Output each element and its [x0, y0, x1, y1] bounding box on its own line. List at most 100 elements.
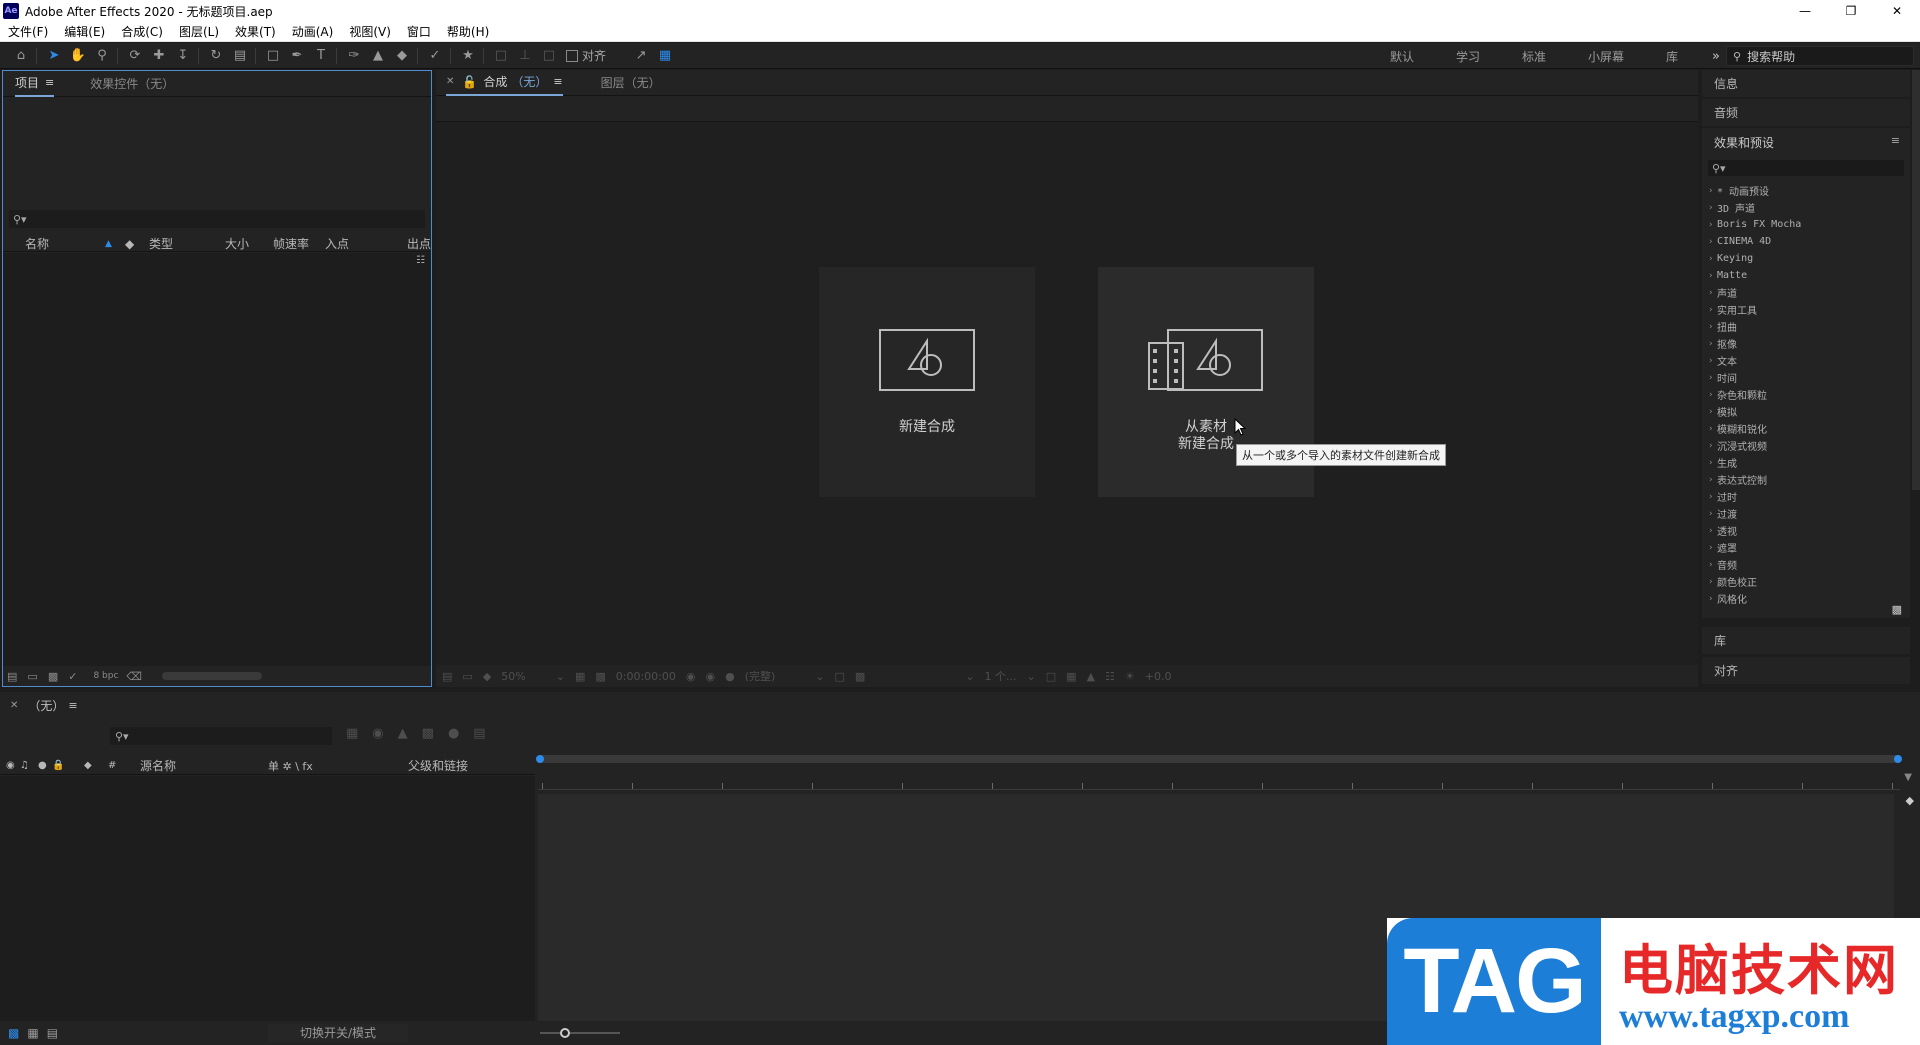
region-of-interest-icon[interactable]: □ — [835, 670, 845, 683]
menu-edit[interactable]: 编辑(E) — [60, 23, 109, 40]
rectangle-tool-icon[interactable]: □ — [262, 45, 284, 67]
work-area-end-handle[interactable] — [1894, 755, 1902, 763]
effect-category[interactable]: › 表达式控制 — [1708, 471, 1904, 488]
lock-icon[interactable]: 🔓 — [462, 75, 477, 89]
menu-layer[interactable]: 图层(L) — [175, 23, 223, 40]
project-horizontal-scrollbar[interactable] — [161, 672, 262, 680]
layer-switches-icon[interactable]: ▩ — [8, 1026, 19, 1040]
toggle-transparency-icon[interactable]: ▩ — [855, 670, 865, 683]
menu-composition[interactable]: 合成(C) — [117, 23, 167, 40]
workspace-standard[interactable]: 标准 — [1522, 48, 1546, 65]
sort-ascending-icon[interactable]: ▲ — [105, 239, 112, 249]
stretch-controls-icon[interactable]: ▤ — [47, 1026, 58, 1040]
effect-category[interactable]: › 3D 声道 — [1708, 199, 1904, 216]
snap-features-icon[interactable]: ▦ — [654, 45, 676, 67]
timeline-layers-list[interactable] — [0, 776, 535, 1021]
column-switches[interactable]: 单 ✲ \ fx — [268, 758, 313, 774]
pan-behind-tool-icon[interactable]: ▤ — [229, 45, 251, 67]
view-axis-icon[interactable]: □ — [538, 45, 560, 67]
effect-category[interactable]: › 文本 — [1708, 352, 1904, 369]
effects-search-input[interactable]: ⚲▾ — [1708, 160, 1904, 176]
composition-viewer[interactable]: 新建合成 从素材 新建合成 从一个或多个导入的素材文件创建新合成 — [436, 122, 1698, 665]
graph-editor-icon[interactable]: ▤ — [473, 726, 485, 741]
column-source-name[interactable]: 源名称 — [140, 757, 176, 774]
title-safe-icon[interactable]: ▦ — [575, 670, 585, 683]
puppet-tool-icon[interactable]: ★ — [457, 45, 479, 67]
chevron-down-icon[interactable]: ⌄ — [815, 670, 824, 683]
new-folder-icon[interactable]: ▭ — [27, 670, 37, 683]
type-tool-icon[interactable]: T — [310, 45, 332, 67]
effect-category[interactable]: › 杂色和颗粒 — [1708, 386, 1904, 403]
search-help-input[interactable]: ⚲ 搜索帮助 — [1726, 46, 1914, 66]
home-icon[interactable]: ⌂ — [10, 45, 32, 67]
pan-camera-icon[interactable]: ✚ — [148, 45, 170, 67]
tab-composition[interactable]: ✕ 🔓 合成 （无） ≡ — [446, 70, 563, 96]
panel-menu-icon[interactable]: ≡ — [45, 76, 54, 89]
project-items-list[interactable]: ☷ — [3, 253, 431, 666]
tab-layer[interactable]: 图层（无） — [601, 70, 661, 96]
effect-category[interactable]: › Boris FX Mocha — [1708, 216, 1904, 233]
project-search-input[interactable]: ⚲▾ — [9, 210, 425, 228]
snapping-checkbox[interactable]: 对齐 — [566, 47, 606, 64]
effect-category[interactable]: › 颜色校正 — [1708, 573, 1904, 590]
video-visibility-icon[interactable]: ◉ — [6, 760, 15, 771]
local-axis-icon[interactable]: □ — [490, 45, 512, 67]
tab-timeline[interactable]: ✕ （无） ≡ — [0, 692, 78, 718]
audio-icon[interactable]: ♫ — [20, 760, 29, 771]
workspace-libraries[interactable]: 库 — [1666, 48, 1678, 65]
effect-category[interactable]: › 模拟 — [1708, 403, 1904, 420]
column-out-point[interactable]: 出点 — [407, 235, 431, 252]
draft-3d-icon[interactable]: ◉ — [372, 726, 383, 741]
roto-brush-tool-icon[interactable]: ✓ — [424, 45, 446, 67]
magnification-dropdown[interactable]: 50% — [501, 670, 525, 683]
solo-icon[interactable]: ● — [38, 760, 47, 771]
effect-category[interactable]: › 沉浸式视频 — [1708, 437, 1904, 454]
toggle-switches-modes-button[interactable]: 切换开关/模式 — [268, 1024, 408, 1042]
column-parent-link[interactable]: 父级和链接 — [408, 757, 468, 774]
workspace-default[interactable]: 默认 — [1390, 48, 1414, 65]
menu-view[interactable]: 视图(V) — [345, 23, 395, 40]
timeline-zoom-slider[interactable] — [540, 1028, 620, 1038]
flowchart-icon[interactable]: ☷ — [1105, 670, 1115, 683]
library-panel-header[interactable]: 库 — [1702, 627, 1910, 654]
workspace-small-screen[interactable]: 小屏幕 — [1588, 48, 1624, 65]
close-tab-icon[interactable]: ✕ — [446, 76, 454, 87]
bit-depth-button[interactable]: 8 bpc — [93, 671, 118, 681]
interpret-footage-icon[interactable]: ▤ — [7, 670, 17, 683]
chevron-down-icon[interactable]: ⌄ — [556, 670, 565, 683]
world-axis-icon[interactable]: ⊥ — [514, 45, 536, 67]
snap-edges-icon[interactable]: ↗ — [630, 45, 652, 67]
frame-blending-icon[interactable]: ▩ — [422, 726, 434, 741]
column-name[interactable]: 名称 — [25, 235, 49, 252]
column-in-point[interactable]: 入点 — [325, 235, 349, 252]
effect-category[interactable]: › 过时 — [1708, 488, 1904, 505]
effect-category[interactable]: › 模糊和锐化 — [1708, 420, 1904, 437]
effect-category[interactable]: › 透视 — [1708, 522, 1904, 539]
new-composition-icon[interactable]: ▩ — [48, 670, 58, 683]
dolly-camera-icon[interactable]: ↧ — [172, 45, 194, 67]
timeline-search-input[interactable]: ⚲▾ — [110, 727, 332, 745]
snapping-checkbox-box[interactable] — [566, 49, 578, 62]
column-type[interactable]: 类型 — [149, 235, 173, 252]
effect-category[interactable]: › Keying — [1708, 250, 1904, 267]
effect-category[interactable]: › CINEMA 4D — [1708, 233, 1904, 250]
panel-menu-icon[interactable]: ≡ — [553, 75, 562, 88]
monitor-icon[interactable]: ▭ — [462, 670, 472, 683]
effect-category[interactable]: › 过渡 — [1708, 505, 1904, 522]
trash-icon[interactable]: ⌫ — [126, 670, 142, 683]
tab-project[interactable]: 项目 ≡ — [15, 71, 55, 97]
chevron-down-icon[interactable]: ⌄ — [1027, 670, 1036, 683]
color-channel-icon[interactable]: ● — [725, 670, 735, 683]
show-snapshot-icon[interactable]: ◉ — [705, 670, 715, 683]
zoom-slider-knob[interactable] — [560, 1028, 570, 1038]
align-panel-header[interactable]: 对齐 — [1702, 657, 1910, 684]
adjust-project-settings-icon[interactable]: ✓ — [68, 670, 77, 683]
effect-category[interactable]: › 实用工具 — [1708, 301, 1904, 318]
chevron-down-icon[interactable]: ⌄ — [965, 670, 974, 683]
effect-category[interactable]: › 遮罩 — [1708, 539, 1904, 556]
column-frame-rate[interactable]: 帧速率 — [273, 235, 309, 252]
lock-icon[interactable]: 🔒 — [52, 760, 64, 771]
close-icon[interactable]: ✕ — [1874, 0, 1920, 22]
always-preview-icon[interactable]: ▤ — [442, 670, 452, 683]
hand-tool-icon[interactable]: ✋ — [67, 45, 89, 67]
